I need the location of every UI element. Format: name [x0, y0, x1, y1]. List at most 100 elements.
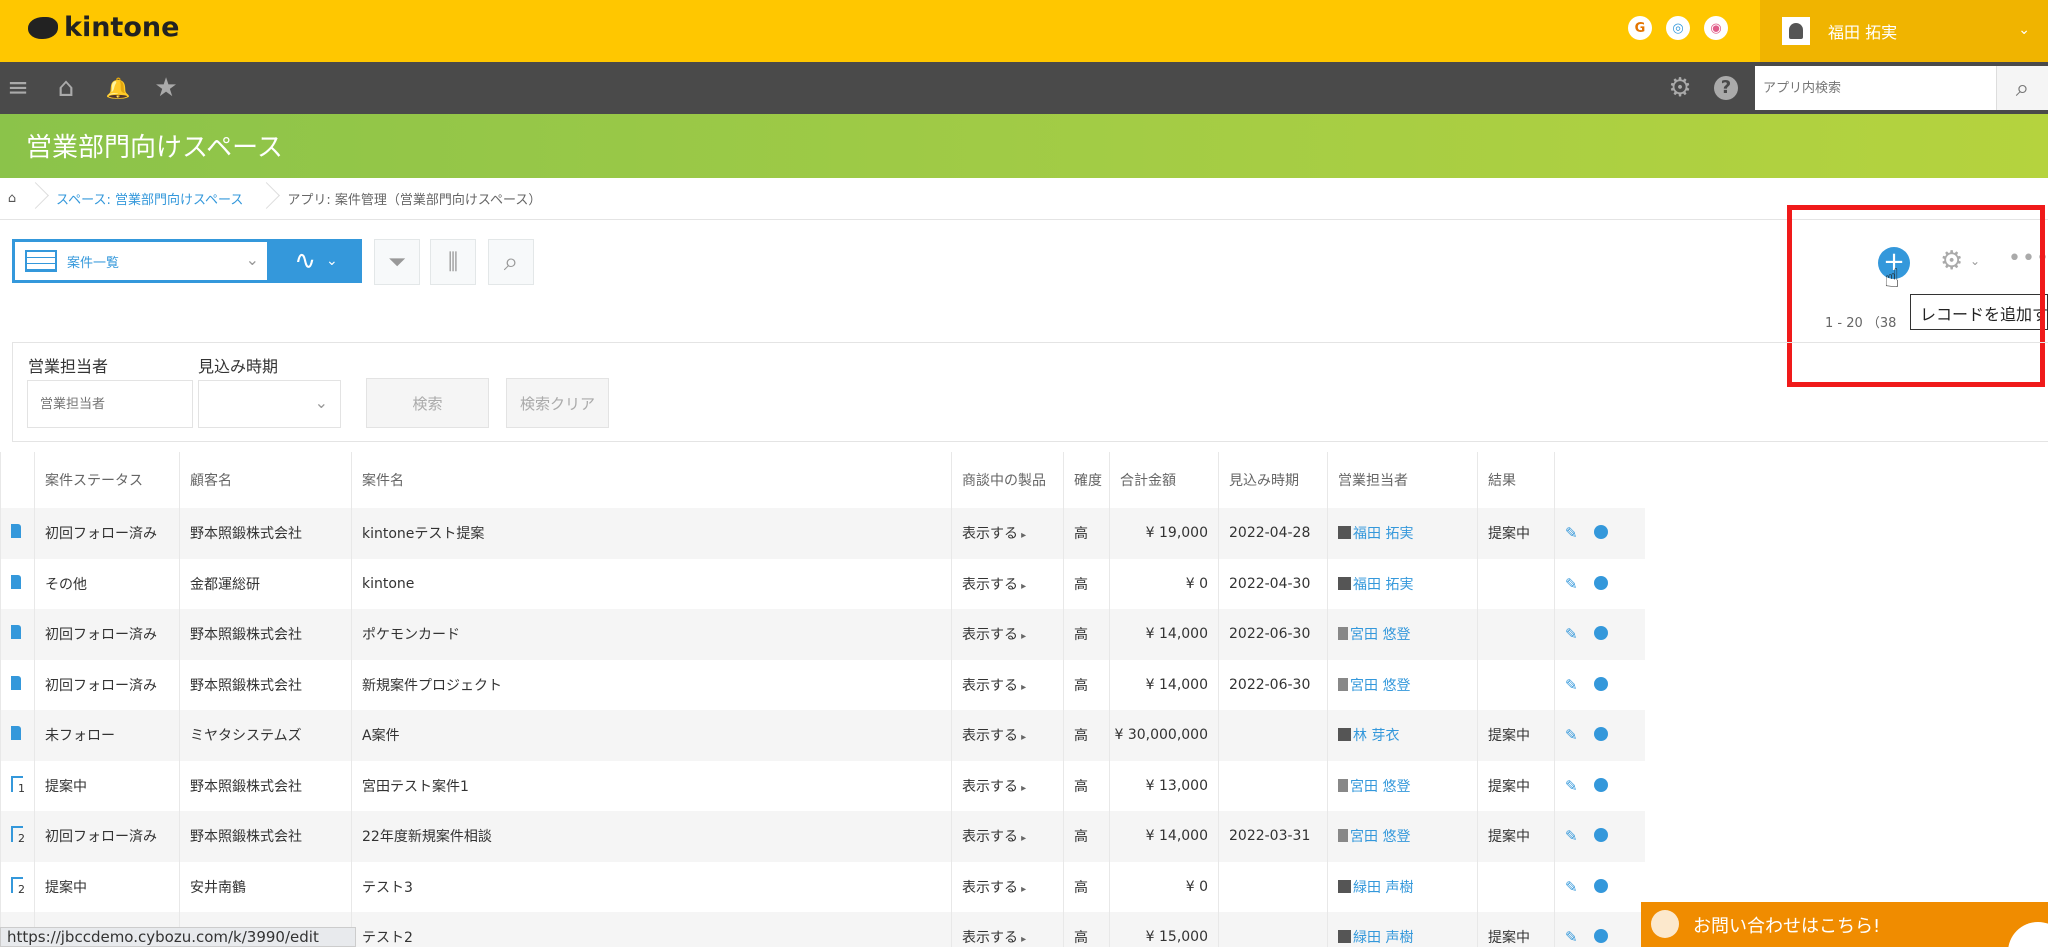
column-header[interactable]: 確度 — [1063, 452, 1110, 508]
rep-link[interactable]: 林 芽衣 — [1353, 728, 1399, 744]
bell-icon[interactable]: 🔔 — [104, 74, 132, 102]
cell-result: 提案中 — [1477, 811, 1555, 862]
column-header[interactable]: 結果 — [1477, 452, 1555, 508]
contact-banner[interactable]: お問い合わせはこちら! — [1641, 902, 2048, 947]
edit-pencil-icon[interactable]: ✎ — [1565, 575, 1578, 593]
document-icon — [11, 524, 21, 539]
delete-circle-icon[interactable] — [1593, 626, 1608, 641]
space-title[interactable]: 営業部門向けスペース — [26, 127, 283, 164]
edit-pencil-icon[interactable]: ✎ — [1565, 827, 1578, 845]
cell-product[interactable]: 表示する — [951, 710, 1064, 761]
cell-product[interactable]: 表示する — [951, 659, 1064, 710]
cell-customer[interactable]: ミヤタシステムズ — [179, 710, 352, 761]
rep-link[interactable]: 宮田 悠登 — [1350, 779, 1410, 795]
kintone-logo[interactable]: kintone — [28, 12, 179, 43]
rep-link[interactable]: 福田 拓実 — [1353, 526, 1413, 542]
breadcrumb-separator — [24, 178, 42, 220]
column-header[interactable]: 商談中の製品 — [951, 452, 1064, 508]
office-icon[interactable]: ◎ — [1666, 16, 1690, 40]
record-detail-link[interactable] — [0, 558, 35, 609]
column-header[interactable]: 合計金額 — [1109, 452, 1219, 508]
cell-product[interactable]: 表示する — [951, 609, 1064, 660]
forecast-select[interactable]: ⌄ — [198, 380, 341, 428]
sales-rep-input[interactable] — [27, 380, 193, 428]
rep-link[interactable]: 福田 拓実 — [1353, 577, 1413, 593]
cell-product[interactable]: 表示する — [951, 811, 1064, 862]
filter-panel: 営業担当者 見込み時期 ⌄ 検索 検索クリア — [12, 342, 2048, 442]
gear-icon[interactable]: ⚙ — [1666, 74, 1694, 102]
record-detail-link[interactable]: 2 — [0, 811, 35, 862]
record-detail-link[interactable] — [0, 710, 35, 761]
column-header[interactable]: 案件ステータス — [34, 452, 180, 508]
delete-circle-icon[interactable] — [1593, 676, 1608, 691]
record-detail-link[interactable] — [0, 508, 35, 559]
cell-status: 未フォロー — [34, 710, 180, 761]
breadcrumb-space-link[interactable]: スペース: 営業部門向けスペース — [42, 189, 255, 208]
edit-pencil-icon[interactable]: ✎ — [1565, 928, 1578, 946]
rep-link[interactable]: 緑田 声樹 — [1353, 930, 1413, 946]
edit-pencil-icon[interactable]: ✎ — [1565, 777, 1578, 795]
search-button[interactable]: 検索 — [366, 378, 489, 428]
home-icon[interactable]: ⌂ — [0, 191, 24, 206]
column-header[interactable]: 案件名 — [351, 452, 952, 508]
user-icon — [1338, 829, 1348, 843]
rep-link[interactable]: 宮田 悠登 — [1350, 678, 1410, 694]
clear-search-button[interactable]: 検索クリア — [506, 378, 609, 428]
column-header[interactable]: 営業担当者 — [1327, 452, 1478, 508]
table-row: 2 提案中 安井南鶴 テスト3 表示する 高 ¥ 0 緑田 声樹 ✎ — [0, 861, 1645, 912]
cell-product[interactable]: 表示する — [951, 558, 1064, 609]
delete-circle-icon[interactable] — [1593, 777, 1608, 792]
column-header[interactable]: 顧客名 — [179, 452, 352, 508]
cell-rep: 宮田 悠登 — [1327, 811, 1478, 862]
edit-pencil-icon[interactable]: ✎ — [1565, 625, 1578, 643]
rep-link[interactable]: 宮田 悠登 — [1350, 627, 1410, 643]
delete-circle-icon[interactable] — [1593, 525, 1608, 540]
cell-product[interactable]: 表示する — [951, 508, 1064, 559]
edit-pencil-icon[interactable]: ✎ — [1565, 878, 1578, 896]
cell-customer[interactable]: 野本照鍛株式会社 — [179, 609, 352, 660]
cell-rep: 宮田 悠登 — [1327, 609, 1478, 660]
mailwise-icon[interactable]: ◉ — [1704, 16, 1728, 40]
help-icon[interactable]: ? — [1714, 76, 1738, 100]
search-records-button[interactable]: ⌕ — [488, 239, 534, 285]
app-search-input[interactable] — [1755, 66, 1995, 110]
cell-product[interactable]: 表示する — [951, 861, 1064, 912]
menu-icon[interactable]: ≡ — [4, 74, 32, 102]
cell-customer[interactable]: 野本照鍛株式会社 — [179, 508, 352, 559]
cell-customer[interactable]: 金都運総研 — [179, 558, 352, 609]
graph-select-button[interactable]: ∿ ⌄ — [270, 239, 362, 283]
cell-result: 提案中 — [1477, 760, 1555, 811]
delete-circle-icon[interactable] — [1593, 727, 1608, 742]
cell-product[interactable]: 表示する — [951, 760, 1064, 811]
column-header[interactable]: 見込み時期 — [1218, 452, 1328, 508]
star-icon[interactable]: ★ — [152, 74, 180, 102]
table-header-row: 案件ステータス 顧客名 案件名 商談中の製品 確度 合計金額 見込み時期 営業担… — [0, 452, 1645, 508]
delete-circle-icon[interactable] — [1593, 929, 1608, 944]
cell-product[interactable]: 表示する — [951, 912, 1064, 947]
user-menu[interactable]: 福田 拓実 ⌄ — [1760, 0, 2048, 62]
document-icon — [11, 625, 21, 640]
garoon-icon[interactable]: G — [1628, 16, 1652, 40]
edit-pencil-icon[interactable]: ✎ — [1565, 726, 1578, 744]
cell-customer[interactable]: 野本照鍛株式会社 — [179, 811, 352, 862]
delete-circle-icon[interactable] — [1593, 878, 1608, 893]
record-detail-link[interactable]: 2 — [0, 861, 35, 912]
filter-button[interactable]: ⏷ — [374, 239, 420, 285]
delete-circle-icon[interactable] — [1593, 575, 1608, 590]
delete-circle-icon[interactable] — [1593, 828, 1608, 843]
chart-button[interactable]: ⫼ — [430, 239, 476, 285]
cell-customer[interactable]: 安井南鶴 — [179, 861, 352, 912]
rep-link[interactable]: 宮田 悠登 — [1350, 829, 1410, 845]
view-select[interactable]: 案件一覧 ⌄ — [12, 239, 270, 283]
search-button[interactable]: ⌕ — [1996, 66, 2048, 110]
cell-result — [1477, 659, 1555, 710]
record-detail-link[interactable] — [0, 659, 35, 710]
edit-pencil-icon[interactable]: ✎ — [1565, 524, 1578, 542]
cell-customer[interactable]: 野本照鍛株式会社 — [179, 760, 352, 811]
record-detail-link[interactable]: 1 — [0, 760, 35, 811]
cell-customer[interactable]: 野本照鍛株式会社 — [179, 659, 352, 710]
rep-link[interactable]: 緑田 声樹 — [1353, 880, 1413, 896]
edit-pencil-icon[interactable]: ✎ — [1565, 676, 1578, 694]
home-icon[interactable]: ⌂ — [52, 74, 80, 102]
record-detail-link[interactable] — [0, 609, 35, 660]
